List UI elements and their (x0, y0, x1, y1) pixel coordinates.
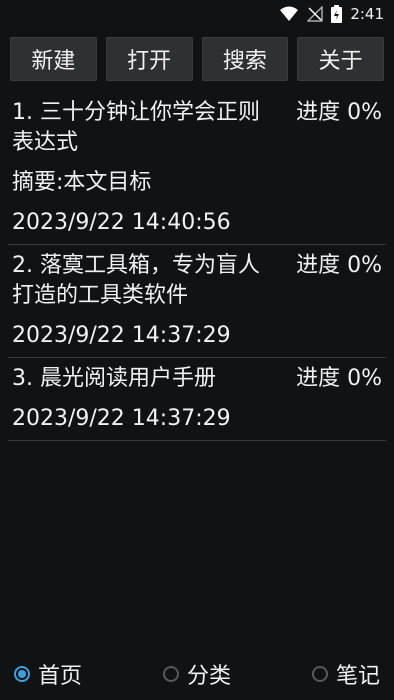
nav-home-radio[interactable]: 首页 (14, 658, 82, 690)
document-summary: 摘要:本文目标 (12, 170, 152, 195)
nav-notes-label: 笔记 (335, 664, 380, 689)
document-progress: 进度 0% (296, 366, 382, 391)
document-date: 2023/9/22 14:37:29 (12, 406, 231, 431)
no-signal-icon (307, 6, 324, 22)
list-item[interactable]: 3. 晨光阅读用户手册 进度 0% 2023/9/22 14:37:29 (8, 358, 386, 441)
document-title: 2. 落寞工具箱，专为盲人打造的工具类软件 (12, 253, 260, 308)
list-item[interactable]: 1. 三十分钟让你学会正则表达式 进度 0% 摘要:本文目标 2023/9/22… (8, 92, 386, 245)
wifi-icon (279, 6, 299, 22)
document-title: 1. 三十分钟让你学会正则表达式 (12, 100, 260, 155)
nav-notes-radio[interactable]: 笔记 (311, 658, 380, 690)
battery-icon (331, 5, 343, 23)
search-button[interactable]: 搜索 (201, 37, 289, 81)
toolbar: 新建 打开 搜索 关于 (10, 37, 384, 81)
radio-unselected-icon (162, 666, 179, 682)
clock: 2:41 (350, 5, 384, 23)
document-progress: 进度 0% (296, 100, 382, 125)
radio-unselected-icon (311, 666, 328, 682)
nav-home-label: 首页 (38, 664, 83, 689)
nav-category-label: 分类 (186, 664, 231, 689)
document-date: 2023/9/22 14:40:56 (12, 210, 231, 235)
document-date: 2023/9/22 14:37:29 (12, 323, 231, 348)
nav-category-radio[interactable]: 分类 (162, 658, 231, 690)
about-button[interactable]: 关于 (297, 37, 384, 81)
bottom-nav: 首页 分类 笔记 (14, 656, 380, 692)
document-list: 1. 三十分钟让你学会正则表达式 进度 0% 摘要:本文目标 2023/9/22… (8, 92, 386, 441)
radio-selected-icon (14, 666, 30, 682)
list-item[interactable]: 2. 落寞工具箱，专为盲人打造的工具类软件 进度 0% 2023/9/22 14… (8, 245, 386, 358)
open-button[interactable]: 打开 (105, 37, 193, 81)
document-title: 3. 晨光阅读用户手册 (12, 366, 216, 391)
status-bar: 2:41 (0, 0, 394, 28)
document-progress: 进度 0% (296, 253, 382, 278)
new-button[interactable]: 新建 (10, 37, 97, 81)
